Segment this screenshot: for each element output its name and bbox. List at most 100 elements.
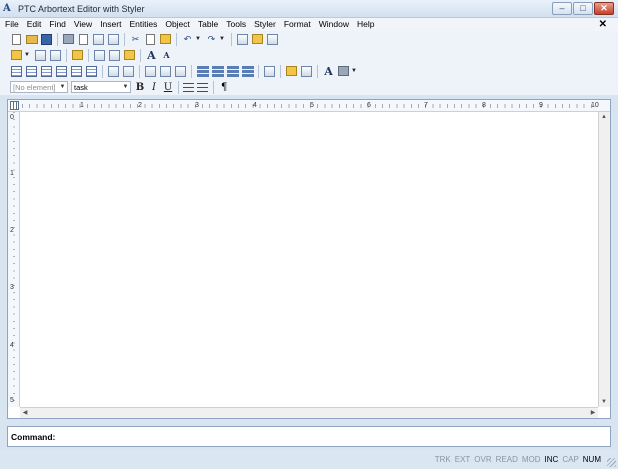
spellcheck-icon[interactable] <box>107 33 120 46</box>
element-combo[interactable]: [No element] ▼ <box>10 81 68 93</box>
vertical-scrollbar[interactable]: ▲ ▼ <box>598 112 610 407</box>
change-markup-icon[interactable] <box>34 49 47 62</box>
menu-insert[interactable]: Insert <box>96 18 125 31</box>
table-insert-row-below-icon[interactable] <box>25 65 38 78</box>
scroll-left-icon[interactable]: ◀ <box>20 408 30 418</box>
maximize-button[interactable]: □ <box>573 2 593 15</box>
document-close-icon[interactable]: ✕ <box>599 18 607 31</box>
insert-markup-icon[interactable] <box>10 49 23 62</box>
menu-edit[interactable]: Edit <box>23 18 46 31</box>
find-icon[interactable] <box>92 33 105 46</box>
close-button[interactable]: ✕ <box>594 2 614 15</box>
chevron-down-icon[interactable]: ▼ <box>58 82 67 92</box>
menu-object[interactable]: Object <box>161 18 194 31</box>
demote-icon[interactable] <box>108 49 121 62</box>
edit-attributes-icon[interactable] <box>123 49 136 62</box>
insert-markup-dropdown-icon[interactable]: ▼ <box>24 52 30 58</box>
ruler-number: 5 <box>10 397 14 404</box>
font-smaller-icon[interactable]: A <box>160 49 173 62</box>
ruler-number: 7 <box>424 102 428 109</box>
undo-dropdown-icon[interactable]: ▼ <box>195 36 201 42</box>
scroll-up-icon[interactable]: ▲ <box>599 112 609 122</box>
save-icon[interactable] <box>40 33 53 46</box>
menu-window[interactable]: Window <box>315 18 353 31</box>
valign-middle-icon[interactable] <box>159 65 172 78</box>
menu-help[interactable]: Help <box>353 18 378 31</box>
paste-icon[interactable] <box>159 33 172 46</box>
status-mod: MOD <box>521 455 541 464</box>
table-delete-row-icon[interactable] <box>70 65 83 78</box>
join-icon[interactable] <box>71 49 84 62</box>
table-merge-cell-icon[interactable] <box>122 65 135 78</box>
align-left-icon[interactable] <box>196 65 209 78</box>
ruler-number: 1 <box>10 170 14 177</box>
status-num: NUM <box>582 455 601 464</box>
ruler-number: 2 <box>138 102 142 109</box>
font-larger-icon[interactable]: A <box>145 49 158 62</box>
bulleted-list-icon[interactable] <box>197 82 208 92</box>
menu-tools[interactable]: Tools <box>222 18 250 31</box>
underline-button[interactable]: U <box>162 82 174 93</box>
document-editor[interactable] <box>21 113 597 406</box>
element-combo-value: [No element] <box>13 82 56 92</box>
minimize-button[interactable]: – <box>552 2 572 15</box>
show-paragraph-marks-icon[interactable]: ¶ <box>221 82 227 93</box>
scroll-down-icon[interactable]: ▼ <box>599 397 609 407</box>
preview-icon[interactable] <box>266 33 279 46</box>
promote-icon[interactable] <box>93 49 106 62</box>
menu-format[interactable]: Format <box>280 18 315 31</box>
numbered-list-icon[interactable] <box>183 82 194 92</box>
ruler-number: 0 <box>10 114 14 121</box>
split-icon[interactable] <box>49 49 62 62</box>
menu-file[interactable]: File <box>0 18 23 31</box>
chevron-down-icon[interactable]: ▼ <box>121 82 130 92</box>
title-bar: A PTC Arbortext Editor with Styler – □ ✕ <box>0 0 618 18</box>
menu-view[interactable]: View <box>70 18 96 31</box>
cell-properties-icon[interactable] <box>285 65 298 78</box>
window-title: PTC Arbortext Editor with Styler <box>18 3 145 14</box>
ruler-number: 3 <box>195 102 199 109</box>
ruler-corner-icon[interactable] <box>10 101 19 110</box>
window-controls: – □ ✕ <box>552 2 614 15</box>
menu-table[interactable]: Table <box>194 18 222 31</box>
table-properties-icon[interactable] <box>263 65 276 78</box>
scroll-right-icon[interactable]: ▶ <box>588 408 598 418</box>
print-icon[interactable] <box>62 33 75 46</box>
table-format-icon[interactable] <box>300 65 313 78</box>
markup-icon[interactable] <box>251 33 264 46</box>
bold-button[interactable]: B <box>134 82 146 93</box>
table-insert-column-right-icon[interactable] <box>55 65 68 78</box>
redo-icon[interactable]: ↷ <box>205 33 218 46</box>
menu-styler[interactable]: Styler <box>250 18 280 31</box>
full-tags-icon[interactable] <box>236 33 249 46</box>
highlight-dropdown-icon[interactable]: ▼ <box>351 68 357 74</box>
copy-icon[interactable] <box>144 33 157 46</box>
toolbar-separator <box>191 64 192 78</box>
cut-icon[interactable]: ✂ <box>129 33 142 46</box>
resize-grip-icon[interactable] <box>607 458 616 467</box>
redo-dropdown-icon[interactable]: ▼ <box>219 36 225 42</box>
horizontal-scrollbar[interactable]: ◀ ▶ <box>20 407 598 418</box>
table-split-cell-icon[interactable] <box>107 65 120 78</box>
menu-entities[interactable]: Entities <box>125 18 161 31</box>
ruler-number: 8 <box>482 102 486 109</box>
italic-button[interactable]: I <box>148 82 160 93</box>
command-input[interactable] <box>55 427 610 446</box>
align-right-icon[interactable] <box>226 65 239 78</box>
valign-top-icon[interactable] <box>144 65 157 78</box>
align-center-icon[interactable] <box>211 65 224 78</box>
new-document-icon[interactable] <box>10 33 23 46</box>
open-folder-icon[interactable] <box>25 33 38 46</box>
toolbar-separator <box>213 80 214 94</box>
style-combo[interactable]: task ▼ <box>71 81 131 93</box>
table-insert-column-left-icon[interactable] <box>40 65 53 78</box>
align-justify-icon[interactable] <box>241 65 254 78</box>
table-insert-row-above-icon[interactable] <box>10 65 23 78</box>
print-preview-icon[interactable] <box>77 33 90 46</box>
table-delete-column-icon[interactable] <box>85 65 98 78</box>
undo-icon[interactable]: ↶ <box>181 33 194 46</box>
menu-find[interactable]: Find <box>45 18 70 31</box>
text-style-icon[interactable]: A <box>322 65 335 78</box>
highlight-icon[interactable] <box>337 65 350 78</box>
valign-bottom-icon[interactable] <box>174 65 187 78</box>
